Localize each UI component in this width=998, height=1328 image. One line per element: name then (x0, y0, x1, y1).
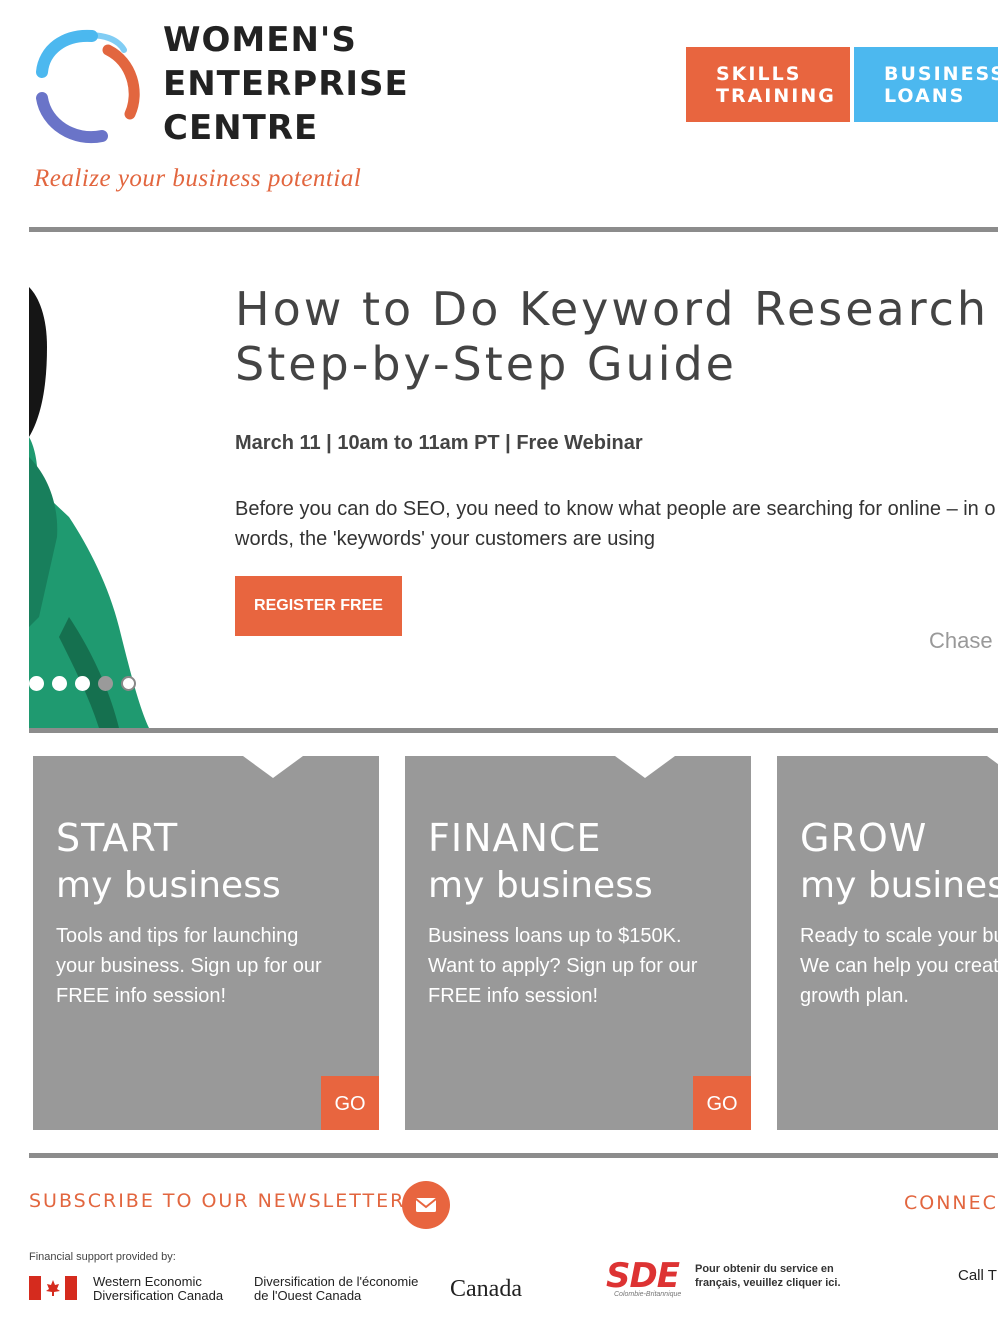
connect-heading: CONNEC (904, 1192, 998, 1214)
card-subheading: my business (800, 865, 998, 906)
logo-line-1: WOMEN'S (163, 20, 357, 60)
skills-training-button[interactable]: SKILLS TRAINING (686, 47, 850, 122)
sde-logo[interactable]: SDE (606, 1256, 680, 1296)
business-loans-button[interactable]: BUSINESS LOANS (854, 47, 998, 122)
hero-date: March 11 | 10am to 11am PT | Free Webina… (235, 432, 643, 454)
card-heading: GROW (800, 816, 928, 860)
hero-slider: How to Do Keyword Research fo Step-by-St… (29, 232, 998, 728)
finance-go-button[interactable]: GO (693, 1076, 751, 1130)
card-subheading: my business (56, 865, 281, 906)
logo-line-2: ENTERPRISE (163, 64, 409, 104)
card-text: Ready to scale your bu We can help you c… (800, 925, 998, 1007)
slider-dot-5[interactable] (121, 676, 136, 691)
card-heading: START (56, 816, 179, 860)
logo-text: WOMEN'S ENTERPRISE CENTRE (163, 18, 409, 150)
divider (29, 728, 998, 733)
card-start[interactable]: START my business Tools and tips for lau… (33, 756, 379, 1130)
card-grow[interactable]: GROW my business Ready to scale your bu … (777, 756, 998, 1130)
call-label: Call T (958, 1267, 997, 1284)
business-loans-label-2: LOANS (884, 85, 966, 107)
logo-line-3: CENTRE (163, 108, 319, 148)
register-free-button[interactable]: REGISTER FREE (235, 576, 402, 636)
divider (29, 1153, 998, 1158)
slider-dot-3[interactable] (75, 676, 90, 691)
hero-description: Before you can do SEO, you need to know … (235, 498, 996, 550)
skills-training-label-1: SKILLS (716, 63, 802, 85)
card-notch (987, 756, 998, 778)
hero-person-image (29, 287, 149, 728)
mail-icon (415, 1198, 437, 1212)
slider-dot-1[interactable] (29, 676, 44, 691)
financial-support-label: Financial support provided by: (29, 1251, 176, 1263)
subscribe-newsletter-link[interactable]: SUBSCRIBE TO OUR NEWSLETTER! (29, 1190, 415, 1212)
slider-dot-2[interactable] (52, 676, 67, 691)
skills-training-label-2: TRAINING (716, 85, 836, 107)
canada-flag-icon (29, 1276, 77, 1300)
canada-wordmark: Canada (450, 1276, 522, 1302)
wed-french-name[interactable]: Diversification de l'économie de l'Ouest… (254, 1275, 418, 1303)
card-finance[interactable]: FINANCE my business Business loans up to… (405, 756, 751, 1130)
site-logo[interactable]: WOMEN'S ENTERPRISE CENTRE Realize your b… (30, 18, 410, 208)
card-text: Business loans up to $150K. Want to appl… (428, 925, 698, 1007)
start-go-button[interactable]: GO (321, 1076, 379, 1130)
slider-dot-4[interactable] (98, 676, 113, 691)
sde-french-service-link[interactable]: Pour obtenir du service en français, veu… (695, 1262, 841, 1290)
card-heading: FINANCE (428, 816, 602, 860)
card-notch (615, 756, 675, 778)
card-notch (243, 756, 303, 778)
hero-title: How to Do Keyword Research fo Step-by-St… (235, 282, 990, 391)
sde-logo-subtitle: Colombie-Britannique (614, 1291, 682, 1298)
tagline: Realize your business potential (34, 165, 362, 192)
card-text: Tools and tips for launching your busine… (56, 925, 322, 1007)
next-slide-peek: Chase Y (929, 628, 998, 653)
wed-english-name[interactable]: Western Economic Diversification Canada (93, 1275, 223, 1303)
card-subheading: my business (428, 865, 653, 906)
mail-button[interactable] (402, 1181, 450, 1229)
business-loans-label-1: BUSINESS (884, 63, 998, 85)
slider-dots (29, 676, 136, 691)
logo-ring-icon (36, 29, 140, 144)
